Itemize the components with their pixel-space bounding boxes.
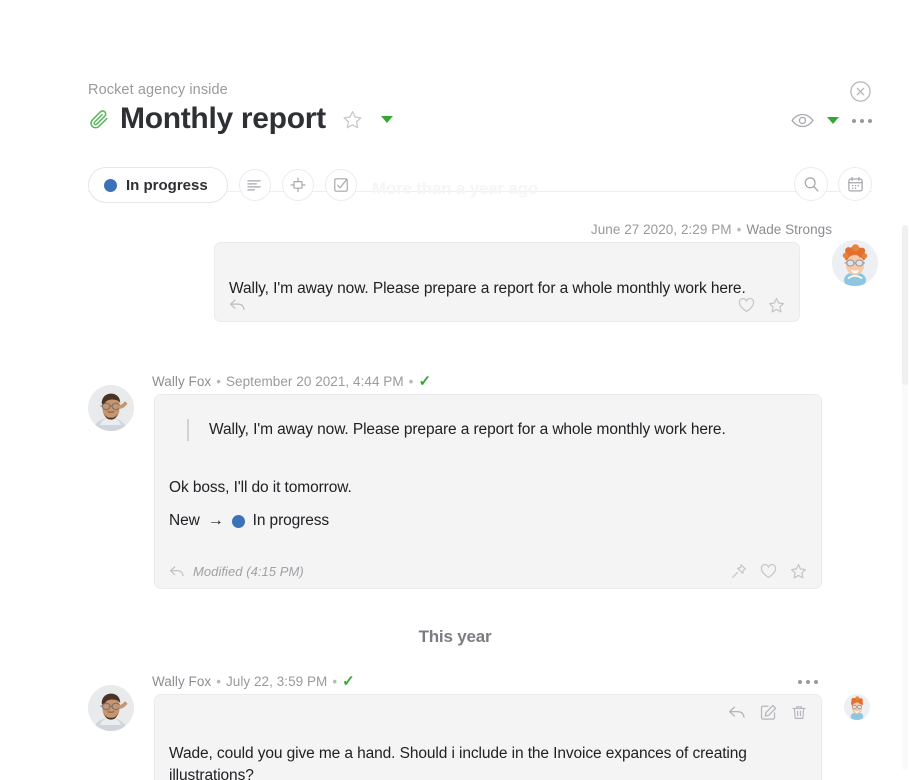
- meta-separator: •: [216, 374, 221, 389]
- calendar-icon[interactable]: [838, 167, 872, 201]
- breadcrumb[interactable]: Rocket agency inside: [88, 82, 228, 98]
- star-icon[interactable]: [790, 563, 807, 579]
- comment-footer: [229, 297, 785, 313]
- search-icon[interactable]: [794, 167, 828, 201]
- avatar-wade[interactable]: [832, 240, 878, 286]
- comment-bubble: Wally, I'm away now. Please prepare a re…: [214, 242, 800, 322]
- paperclip-icon[interactable]: [88, 108, 110, 130]
- heart-icon[interactable]: [738, 297, 755, 313]
- page-header: Rocket agency inside Monthly report: [0, 0, 910, 134]
- comment-bubble: Wally, I'm away now. Please prepare a re…: [154, 394, 822, 589]
- star-icon[interactable]: [768, 297, 785, 313]
- delete-icon[interactable]: [791, 704, 807, 721]
- meta-separator: •: [736, 222, 742, 237]
- reply-icon[interactable]: [728, 705, 746, 720]
- status-label: In progress: [126, 176, 208, 194]
- comment-timestamp: September 20 2021, 4:44 PM: [225, 374, 404, 389]
- watchers-caret-down-icon[interactable]: [827, 117, 839, 124]
- modified-label: Modified (4:15 PM): [193, 563, 304, 579]
- reply-icon[interactable]: [169, 565, 185, 578]
- comment-author: Wally Fox: [152, 674, 212, 689]
- reply-icon[interactable]: [229, 298, 246, 312]
- meta-separator: •: [216, 674, 221, 689]
- comment-timestamp: July 22, 3:59 PM: [225, 674, 328, 689]
- status-dot-icon: [104, 178, 117, 192]
- date-divider-label: This year: [418, 627, 492, 646]
- title-row: Monthly report: [88, 104, 393, 134]
- subtasks-icon[interactable]: [281, 169, 314, 201]
- page-title: Monthly report: [120, 102, 326, 135]
- task-toolbar: More than a year ago In progress: [0, 167, 910, 215]
- quoted-text-block: Wally, I'm away now. Please prepare a re…: [187, 419, 781, 441]
- meta-separator: •: [332, 674, 338, 689]
- description-icon[interactable]: [238, 169, 271, 201]
- avatar-wade[interactable]: [844, 694, 870, 720]
- comment-author: Wade Strongs: [746, 222, 832, 237]
- status-transition: New → In progress: [169, 512, 329, 530]
- star-outline-icon[interactable]: [342, 109, 363, 130]
- avatar-wally[interactable]: [88, 385, 134, 431]
- task-detail-page: Rocket agency inside Monthly report More…: [0, 0, 910, 780]
- close-circle-icon[interactable]: [849, 80, 872, 103]
- status-from-label: New: [169, 512, 200, 529]
- quoted-text: Wally, I'm away now. Please prepare a re…: [209, 421, 726, 438]
- comment-meta: Wally Fox • July 22, 3:59 PM • ✓: [152, 674, 355, 689]
- toolbar-right-group: [794, 167, 872, 201]
- status-dot-icon: [231, 514, 245, 528]
- date-divider: This year: [0, 627, 910, 647]
- comment-actions: [728, 704, 807, 721]
- edit-icon[interactable]: [760, 704, 777, 721]
- verified-check-icon: ✓: [342, 673, 355, 690]
- comment-meta: Wally Fox • September 20 2021, 4:44 PM •…: [152, 374, 431, 389]
- checklist-icon[interactable]: [324, 169, 357, 201]
- comment-bubble: Wade, could you give me a hand. Should i…: [154, 694, 822, 780]
- more-horizontal-icon[interactable]: [852, 118, 872, 123]
- comment-text: Ok boss, I'll do it tomorrow.: [169, 479, 352, 496]
- comment-meta: June 27 2020, 2:29 PM • Wade Strongs: [591, 222, 832, 237]
- heart-icon[interactable]: [760, 563, 777, 579]
- more-horizontal-icon[interactable]: [798, 680, 818, 684]
- arrow-right-icon: →: [207, 512, 224, 529]
- status-badge[interactable]: In progress: [88, 167, 228, 203]
- meta-separator: •: [408, 374, 414, 389]
- pin-icon[interactable]: [731, 563, 747, 579]
- comment-footer: Modified (4:15 PM): [169, 563, 807, 579]
- eye-icon[interactable]: [791, 112, 814, 129]
- toolbar-left-group: In progress: [88, 167, 357, 203]
- comment-timestamp: June 27 2020, 2:29 PM: [590, 222, 732, 237]
- verified-check-icon: ✓: [418, 373, 432, 390]
- status-to-label: In progress: [252, 512, 330, 529]
- comment-text: Wade, could you give me a hand. Should i…: [169, 745, 747, 780]
- comment-author: Wally Fox: [152, 374, 212, 389]
- avatar-wally[interactable]: [88, 685, 134, 731]
- header-actions: [791, 112, 872, 129]
- vertical-scrollbar[interactable]: [902, 225, 908, 770]
- caret-down-icon[interactable]: [380, 115, 393, 123]
- scrollbar-thumb[interactable]: [902, 225, 908, 385]
